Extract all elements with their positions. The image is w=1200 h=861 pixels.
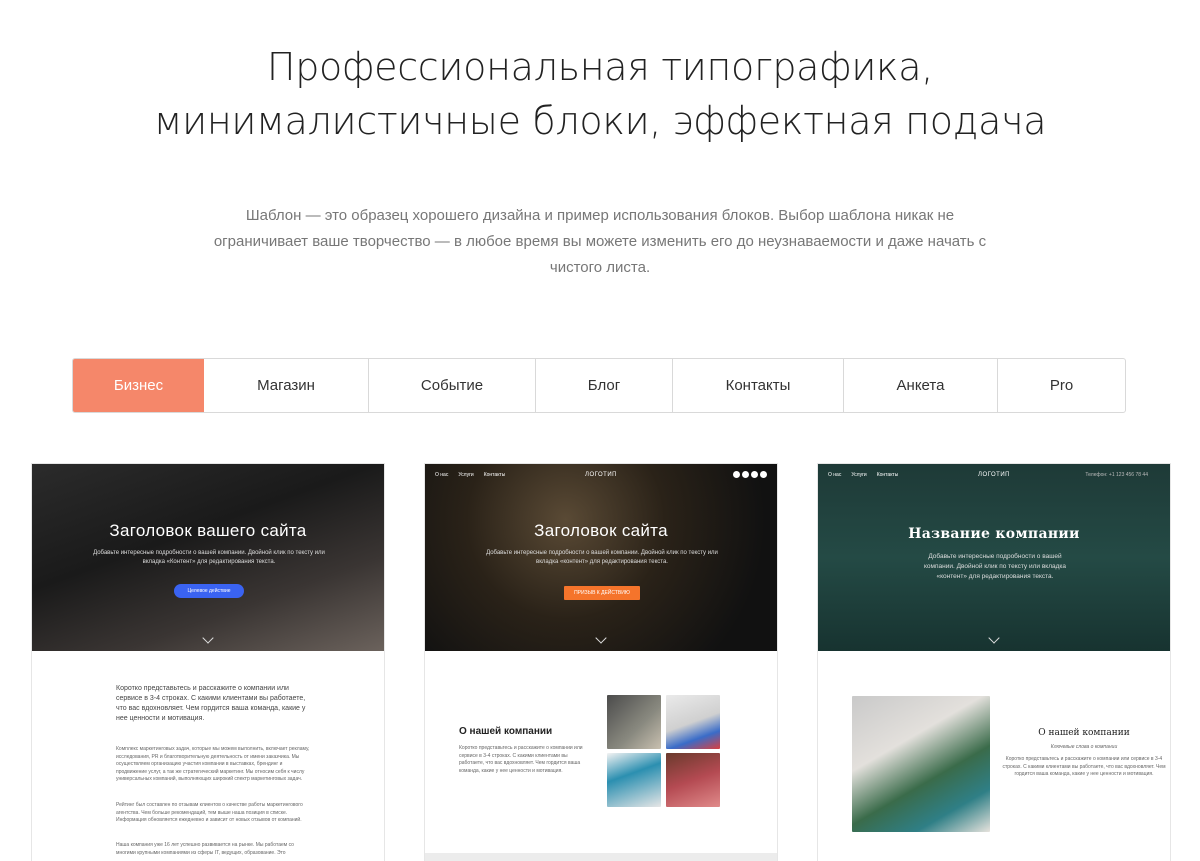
category-tabs: Бизнес Магазин Событие Блог Контакты Анк… xyxy=(72,358,1126,413)
card-paragraph: Комплекс маркетинговых задач, которые мы… xyxy=(116,746,310,782)
card-section-title: О нашей компании xyxy=(459,726,553,737)
card-footer xyxy=(425,853,777,861)
page-title: Профессиональная типографика, минималист… xyxy=(0,40,1200,148)
tab-event[interactable]: Событие xyxy=(369,359,536,412)
chevron-down-icon xyxy=(988,632,1000,644)
card-cta-button[interactable]: Целевое действие xyxy=(174,584,244,598)
card-hero-image: Заголовок вашего сайта Добавьте интересн… xyxy=(32,464,384,651)
card-hero-text: Добавьте интересные подробности о вашей … xyxy=(486,550,718,565)
workspace-photo xyxy=(666,695,720,749)
twitter-icon xyxy=(742,471,749,478)
template-card-3[interactable]: О нас Услуги Контакты ЛОГОТИП Телефон: +… xyxy=(817,463,1171,861)
team-photo xyxy=(666,753,720,807)
card-hero-text: Добавьте интересные подробности о вашей … xyxy=(923,553,1067,580)
card-intro-text: Коротко представьтесь и расскажите о ком… xyxy=(116,685,306,722)
card-hero-title: Название компании xyxy=(908,526,1080,542)
facebook-icon xyxy=(733,471,740,478)
person-photo xyxy=(607,753,661,807)
tab-form[interactable]: Анкета xyxy=(844,359,998,412)
card-section-title: О нашей компании xyxy=(1038,728,1130,738)
card-hero-title: Заголовок вашего сайта xyxy=(109,521,307,540)
page-title-line2: минималистичные блоки, эффектная подача xyxy=(153,99,1047,143)
card-cta-button[interactable]: ПРИЗЫВ К ДЕЙСТВИЮ xyxy=(564,586,640,600)
tab-contacts[interactable]: Контакты xyxy=(673,359,844,412)
chevron-down-icon xyxy=(202,632,214,644)
page-title-line1: Профессиональная типографика, xyxy=(266,45,934,89)
template-card-1[interactable]: Заголовок вашего сайта Добавьте интересн… xyxy=(31,463,385,861)
card-hero-text: Добавьте интересные подробности о вашей … xyxy=(93,550,325,565)
card-hero-image: О нас Услуги Контакты ЛОГОТИП Заголовок … xyxy=(425,464,777,651)
vk-icon xyxy=(751,471,758,478)
telegram-icon xyxy=(760,471,767,478)
office-photo xyxy=(607,695,661,749)
card-logo: ЛОГОТИП xyxy=(585,472,617,478)
card-hero-title: Заголовок сайта xyxy=(534,521,668,540)
card-paragraph: Рейтинг был составлен по отзывам клиенто… xyxy=(116,802,303,823)
card-section-text: Коротко представьтесь и расскажите о ком… xyxy=(459,745,583,774)
template-card-2[interactable]: О нас Услуги Контакты ЛОГОТИП Заголовок … xyxy=(424,463,778,861)
card-section-subtitle: Ключевые слова о компании xyxy=(1050,744,1118,750)
person-photo xyxy=(852,696,990,832)
tab-blog[interactable]: Блог xyxy=(536,359,673,412)
tab-pro[interactable]: Pro xyxy=(998,359,1125,412)
card-paragraph: Наша компания уже 16 лет успешно развива… xyxy=(116,842,294,856)
card-phone: Телефон: +1 123 456 78 44 xyxy=(1085,472,1148,478)
chevron-down-icon xyxy=(595,632,607,644)
card-hero-image: О нас Услуги Контакты ЛОГОТИП Телефон: +… xyxy=(818,464,1170,651)
tab-shop[interactable]: Магазин xyxy=(204,359,369,412)
page-subtitle: Шаблон — это образец хорошего дизайна и … xyxy=(213,207,987,276)
tab-business[interactable]: Бизнес xyxy=(73,359,204,412)
card-section-text: Коротко представьтесь и расскажите о ком… xyxy=(1002,756,1166,777)
social-icons xyxy=(733,471,767,478)
